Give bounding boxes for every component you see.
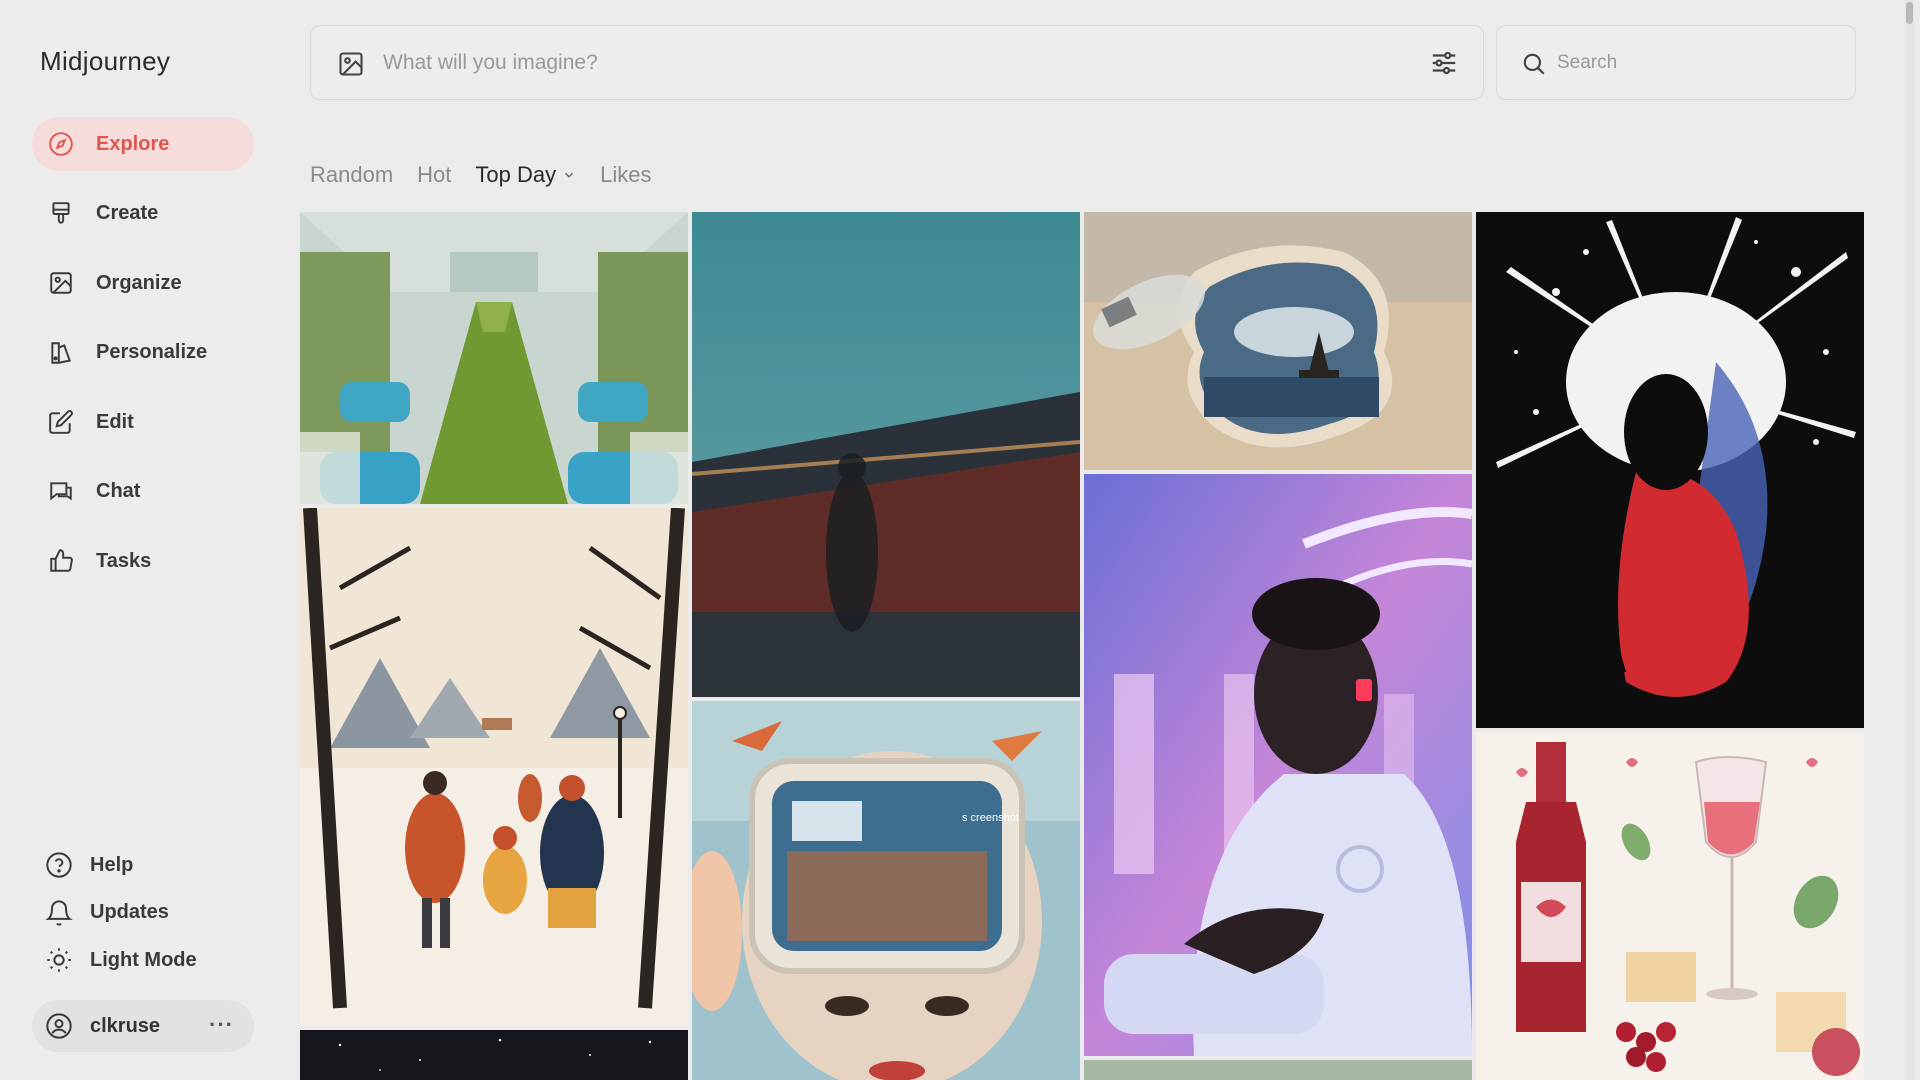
user-avatar-icon (44, 1011, 74, 1041)
sidebar-item-label: Chat (96, 480, 141, 502)
app-logo-text[interactable]: Midjourney (40, 46, 170, 77)
compass-icon (46, 129, 76, 159)
search-bar (1496, 25, 1856, 100)
search-input[interactable] (1557, 26, 1837, 99)
sort-tabs: Random Hot Top Day Likes (310, 160, 675, 190)
tab-hot[interactable]: Hot (417, 162, 451, 188)
sidebar-item-label: Edit (96, 410, 134, 433)
sidebar-item-organize[interactable]: Organize (32, 256, 254, 310)
image-icon (46, 268, 76, 298)
screenshot-face-collage-image[interactable]: s creenshot (692, 701, 1080, 1080)
sidebar: Midjourney Explore Create Organize Perso… (0, 0, 290, 1080)
sidebar-item-personalize[interactable]: Personalize (32, 325, 254, 380)
page-scrollbar-thumb[interactable] (1906, 2, 1913, 24)
landscape-partial-image[interactable] (1084, 1060, 1472, 1080)
bottle-ship-sand-image[interactable] (1084, 212, 1472, 470)
sidebar-item-chat[interactable]: Chat (32, 464, 254, 519)
username: clkruse (90, 1014, 161, 1037)
user-account-button[interactable]: clkruse ··· (32, 1000, 254, 1052)
blurred-figure-train-image[interactable] (692, 212, 1080, 697)
sidebar-item-label: Organize (96, 271, 182, 294)
sidebar-item-explore[interactable]: Explore (32, 117, 254, 171)
image-upload-icon[interactable] (337, 50, 365, 78)
sidebar-item-label: Light Mode (90, 948, 197, 971)
tab-random[interactable]: Random (310, 162, 393, 188)
sidebar-item-label: Help (90, 853, 134, 876)
sidebar-item-tasks[interactable]: Tasks (32, 534, 254, 588)
page-scrollbar-track (1905, 0, 1914, 1080)
thumbs-up-icon (46, 546, 76, 576)
neon-portrait-man-image[interactable] (1084, 474, 1472, 1056)
bell-icon (44, 898, 74, 928)
sidebar-item-create[interactable]: Create (32, 186, 254, 241)
prompt-input[interactable] (383, 26, 1383, 99)
tab-likes[interactable]: Likes (600, 162, 651, 188)
sidebar-item-label: Explore (96, 132, 170, 155)
sidebar-nav: Explore Create Organize Personalize Edit (32, 117, 254, 604)
sidebar-item-label: Personalize (96, 341, 208, 363)
winter-family-walk-image[interactable] (300, 508, 688, 1026)
chat-icon (46, 477, 76, 507)
chevron-down-icon (565, 172, 574, 178)
wine-watercolor-image[interactable] (1476, 732, 1864, 1080)
sidebar-item-light-mode[interactable]: Light Mode (32, 940, 254, 980)
paintbrush-icon (46, 199, 76, 229)
paint-splash-silhouette-image[interactable] (1476, 212, 1864, 728)
sun-icon (44, 945, 74, 975)
tab-top-day[interactable]: Top Day (475, 162, 576, 188)
sidebar-bottom-nav: Help Updates Light Mode (32, 845, 254, 988)
sidebar-item-help[interactable]: Help (32, 845, 254, 885)
sidebar-item-label: Updates (90, 901, 169, 923)
image-caption: s creenshot (962, 812, 1019, 824)
train-meadow-image[interactable] (300, 212, 688, 504)
starry-night-image[interactable] (300, 1030, 688, 1080)
settings-sliders-icon[interactable] (1429, 48, 1459, 78)
more-options-icon[interactable]: ··· (209, 1012, 234, 1038)
edit-icon (46, 407, 76, 437)
sidebar-item-updates[interactable]: Updates (32, 893, 254, 933)
personalize-icon (46, 338, 76, 368)
sidebar-item-label: Tasks (96, 549, 152, 572)
tab-label: Top Day (475, 162, 557, 187)
search-icon (1521, 51, 1547, 77)
prompt-bar (310, 25, 1484, 100)
sidebar-item-label: Create (96, 202, 159, 224)
help-icon (44, 850, 74, 880)
sidebar-item-edit[interactable]: Edit (32, 395, 254, 449)
